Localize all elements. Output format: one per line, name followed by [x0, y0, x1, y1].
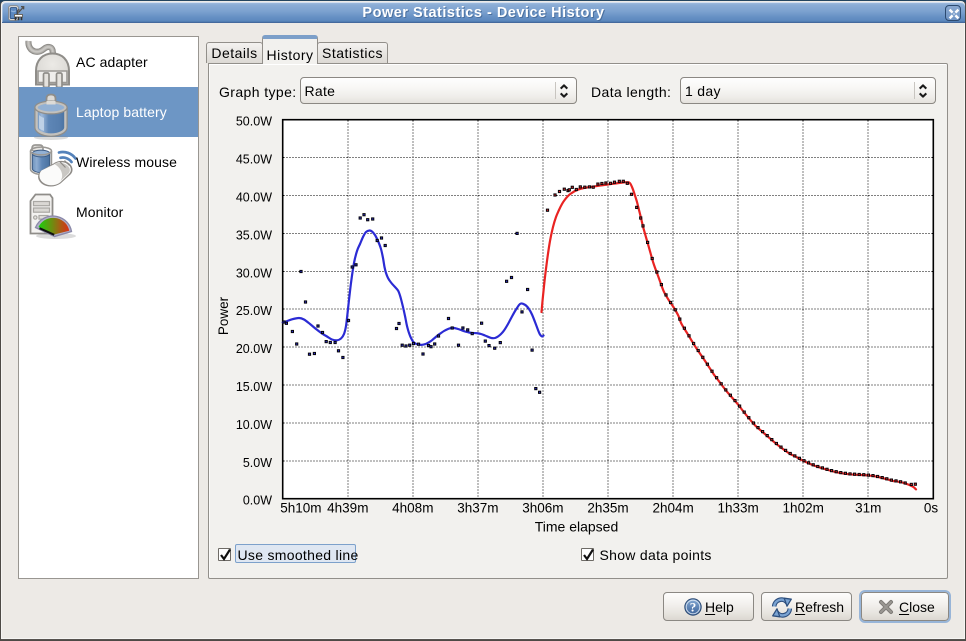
- svg-text:?: ?: [690, 600, 697, 615]
- svg-text:5h10m: 5h10m: [280, 501, 321, 516]
- svg-text:31m: 31m: [855, 501, 881, 516]
- svg-text:10.0W: 10.0W: [236, 418, 272, 432]
- svg-text:45.0W: 45.0W: [236, 153, 272, 167]
- svg-text:5.0W: 5.0W: [243, 456, 272, 470]
- svg-text:30.0W: 30.0W: [236, 266, 272, 280]
- svg-text:0s: 0s: [924, 501, 939, 516]
- svg-text:2h35m: 2h35m: [587, 501, 628, 516]
- svg-text:1h33m: 1h33m: [717, 501, 758, 516]
- svg-text:4h39m: 4h39m: [327, 501, 368, 516]
- svg-text:2h04m: 2h04m: [652, 501, 693, 516]
- svg-text:0.0W: 0.0W: [243, 494, 272, 508]
- svg-text:35.0W: 35.0W: [236, 228, 272, 242]
- svg-text:3h37m: 3h37m: [457, 501, 498, 516]
- svg-text:Time elapsed: Time elapsed: [535, 519, 619, 535]
- svg-text:Power: Power: [216, 296, 231, 335]
- svg-text:25.0W: 25.0W: [236, 304, 272, 318]
- svg-text:40.0W: 40.0W: [236, 191, 272, 205]
- svg-text:20.0W: 20.0W: [236, 342, 272, 356]
- svg-text:3h06m: 3h06m: [522, 501, 563, 516]
- svg-text:4h08m: 4h08m: [392, 501, 433, 516]
- svg-text:1h02m: 1h02m: [783, 501, 824, 516]
- svg-text:50.0W: 50.0W: [236, 115, 272, 129]
- svg-text:15.0W: 15.0W: [236, 380, 272, 394]
